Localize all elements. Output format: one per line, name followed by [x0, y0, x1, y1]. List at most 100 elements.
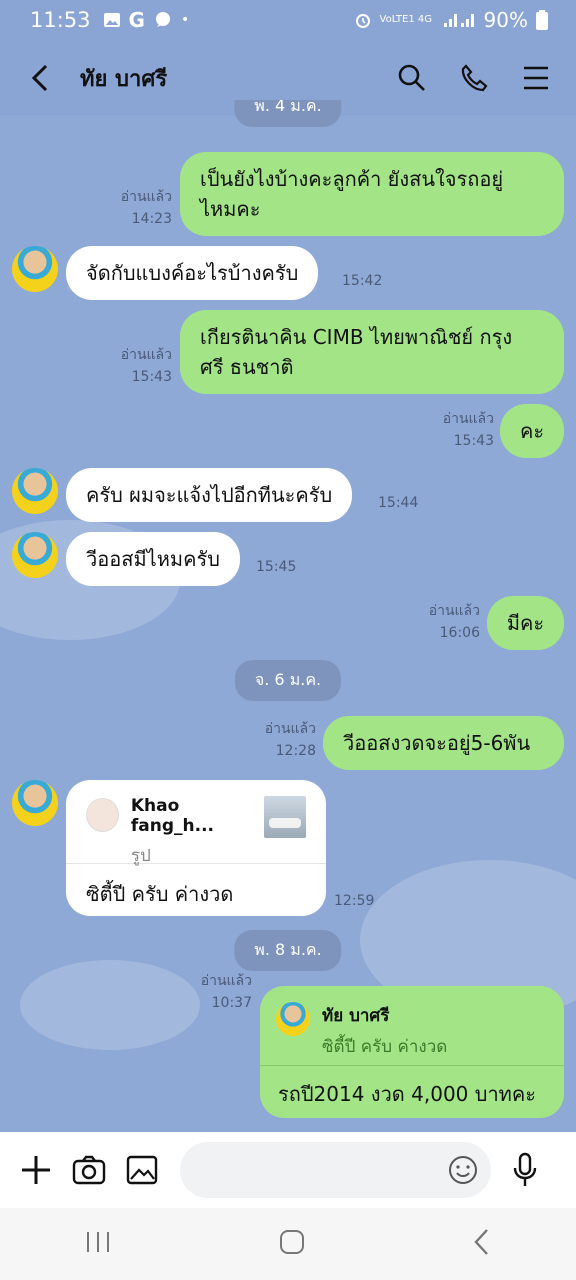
quoted-name: ทัย บาศรี: [322, 1006, 390, 1026]
message-text: ครับ ผมจะแจ้งไปอีกทีนะครับ: [86, 483, 333, 507]
message-time: 16:06: [439, 625, 480, 641]
quoted-message[interactable]: ทัย บาศรี ซิตี้ปี ครับ ค่างวด: [260, 986, 564, 1066]
battery-icon: [536, 10, 548, 30]
message-time: 14:23: [131, 211, 172, 227]
message-input[interactable]: [198, 1158, 447, 1182]
message-time: 15:45: [256, 559, 297, 575]
g-icon: G: [128, 8, 145, 32]
read-label: อ่านแล้ว: [120, 189, 172, 205]
message-text: วีออสงวดจะอยู่5-6พัน: [343, 731, 531, 755]
message-bubble-out[interactable]: วีออสงวดจะอยู่5-6พัน: [323, 716, 564, 770]
avatar[interactable]: [12, 780, 58, 826]
message-meta: อ่านแล้ว 15:43: [443, 408, 494, 452]
status-time: 11:53: [30, 8, 91, 32]
message-time: 15:43: [453, 433, 494, 449]
battery-percent: 90%: [483, 8, 528, 32]
status-notification-icons: G •: [103, 8, 190, 32]
hamburger-icon: [524, 66, 548, 90]
message-bubble-in[interactable]: วีออสมีไหมครับ: [66, 532, 240, 586]
read-label: อ่านแล้ว: [264, 721, 316, 737]
microphone-icon: [513, 1152, 537, 1186]
chat-icon: [155, 12, 170, 27]
message-input-field[interactable]: [180, 1142, 491, 1198]
avatar[interactable]: [12, 246, 58, 292]
shared-image-card[interactable]: Khao fang_h... รูป ซิตี้ปี ครับ ค่างวด: [66, 780, 326, 916]
card-name: Khao fang_h...: [130, 796, 214, 836]
message-time: 15:43: [131, 369, 172, 385]
message-time: 15:44: [378, 495, 419, 511]
home-button[interactable]: [279, 1229, 305, 1259]
network-label: VoLTE1 4G: [379, 14, 433, 25]
menu-button[interactable]: [520, 62, 552, 94]
message-bubble-out[interactable]: มีคะ: [487, 596, 564, 650]
date-chip: พ. 8 ม.ค.: [234, 930, 342, 971]
signal-icon: [443, 14, 474, 27]
message-meta: อ่านแล้ว 14:23: [121, 186, 172, 230]
chevron-left-icon: [31, 64, 48, 92]
message-bubble-in[interactable]: จัดกับแบงค์อะไรบ้างครับ: [66, 246, 319, 300]
read-label: อ่านแล้ว: [428, 603, 480, 619]
read-label: อ่านแล้ว: [200, 973, 252, 989]
image-icon: [126, 1155, 158, 1185]
back-button[interactable]: [24, 62, 56, 94]
chat-area[interactable]: พ. 4 ม.ค. อ่านแล้ว 14:23 เป็นยังไงบ้างคะ…: [0, 100, 576, 1132]
image-icon: [103, 13, 120, 27]
chat-title: ทัย บาศรี: [80, 66, 168, 92]
message-time: 12:59: [334, 893, 375, 909]
message-text: เป็นยังไงบ้างคะลูกค้า ยังสนใจรถอยู่: [200, 167, 504, 191]
back-nav-button[interactable]: [472, 1228, 492, 1260]
camera-icon: [72, 1155, 106, 1185]
status-dot: •: [180, 12, 190, 28]
recent-apps-button[interactable]: [84, 1230, 112, 1258]
message-meta: อ่านแล้ว 16:06: [429, 600, 480, 644]
home-icon: [279, 1230, 304, 1254]
gallery-button[interactable]: [126, 1151, 158, 1189]
message-bubble-in[interactable]: ครับ ผมจะแจ้งไปอีกทีนะครับ: [66, 468, 353, 522]
reply-message-bubble[interactable]: ทัย บาศรี ซิตี้ปี ครับ ค่างวด รถปี2014 ง…: [260, 986, 564, 1118]
voice-button[interactable]: [511, 1151, 539, 1189]
message-text: ศรี ธนชาติ: [200, 355, 294, 379]
read-label: อ่านแล้ว: [442, 411, 494, 427]
camera-button[interactable]: [72, 1151, 106, 1189]
card-body: ซิตี้ปี ครับ ค่างวด: [86, 882, 234, 906]
message-text: วีออสมีไหมครับ: [86, 547, 220, 571]
recent-apps-icon: [86, 1232, 109, 1252]
message-bubble-out[interactable]: คะ: [500, 404, 564, 458]
message-meta: อ่านแล้ว 15:43: [121, 344, 172, 388]
message-time: 10:37: [211, 995, 252, 1011]
card-header: Khao fang_h... รูป: [66, 780, 326, 866]
message-text: รถปี2014 งวด 4,000 บาทคะ: [278, 1082, 536, 1106]
add-button[interactable]: [20, 1151, 52, 1189]
avatar[interactable]: [12, 468, 58, 514]
message-bubble-out[interactable]: เกียรตินาคิน CIMB ไทยพาณิชย์ กรุง ศรี ธน…: [180, 310, 564, 394]
search-icon: [398, 64, 425, 91]
car-thumbnail[interactable]: [263, 796, 306, 838]
message-bubble-out[interactable]: เป็นยังไงบ้างคะลูกค้า ยังสนใจรถอยู่ ไหมค…: [180, 152, 564, 236]
date-chip: จ. 6 ม.ค.: [234, 660, 342, 701]
system-nav-bar: [0, 1208, 576, 1280]
input-bar: [0, 1132, 576, 1208]
message-text: เกียรตินาคิน CIMB ไทยพาณิชย์ กรุง: [200, 325, 513, 349]
alarm-icon: [355, 14, 370, 28]
message-text: ไหมคะ: [200, 197, 261, 221]
message-time: 12:28: [275, 743, 316, 759]
back-nav-icon: [474, 1229, 489, 1255]
card-subtitle: รูป: [130, 846, 151, 866]
card-avatar: [86, 798, 119, 832]
message-meta: อ่านแล้ว 12:28: [265, 718, 316, 762]
status-bar: 11:53 G • VoLTE1 4G 90%: [0, 0, 576, 40]
message-text: คะ: [519, 419, 545, 443]
search-button[interactable]: [396, 62, 428, 94]
date-chip: พ. 4 ม.ค.: [234, 100, 342, 127]
read-label: อ่านแล้ว: [120, 347, 172, 363]
message-text: มีคะ: [506, 611, 545, 635]
call-button[interactable]: [458, 62, 490, 94]
quoted-avatar: [276, 1002, 310, 1036]
phone-icon: [461, 64, 488, 92]
emoji-icon[interactable]: [447, 1154, 479, 1186]
message-meta: อ่านแล้ว 10:37: [201, 970, 252, 1014]
message-time: 15:42: [342, 273, 383, 289]
plus-icon: [22, 1156, 50, 1184]
quoted-text: ซิตี้ปี ครับ ค่างวด: [322, 1037, 448, 1057]
avatar[interactable]: [12, 532, 58, 578]
